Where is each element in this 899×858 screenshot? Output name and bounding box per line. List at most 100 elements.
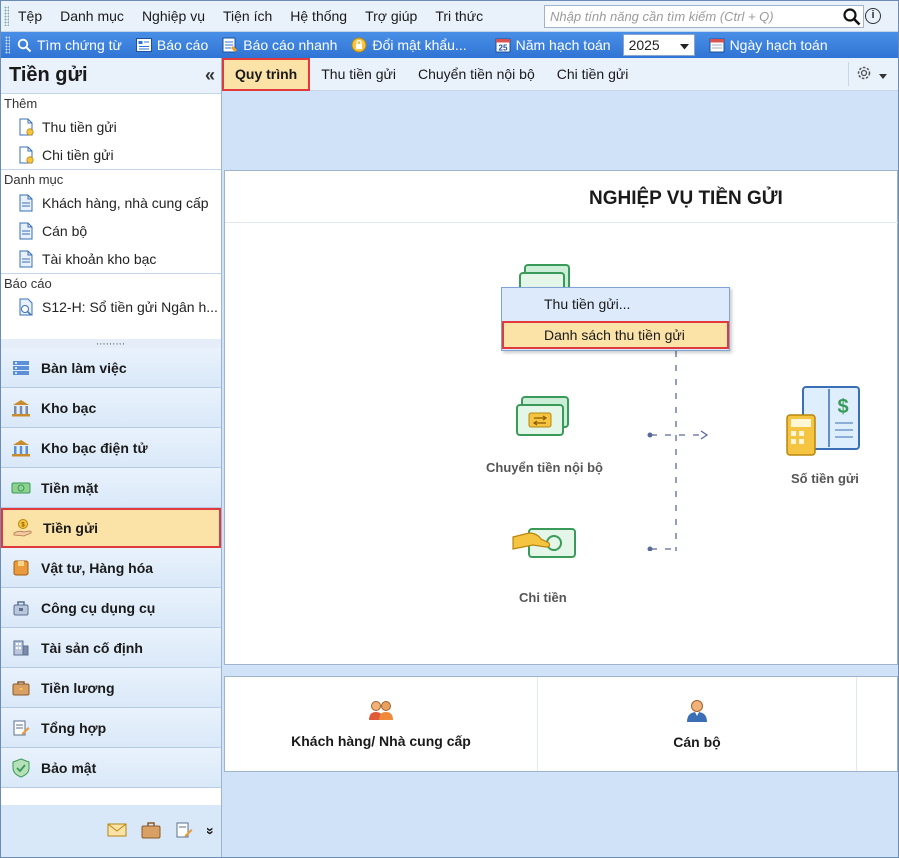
nav-label: Vật tư, Hàng hóa xyxy=(41,559,154,576)
sidebar-section-add: Thêm Thu tiền gửi Chi tiền gửi xyxy=(1,94,221,170)
nav-desktop[interactable]: Bàn làm việc xyxy=(1,348,221,388)
sidebar-item-label: Tài khoản kho bạc xyxy=(42,251,157,267)
sidebar-item-staff[interactable]: Cán bộ xyxy=(1,217,221,245)
nav-tools-equipment[interactable]: Công cụ dụng cụ xyxy=(1,588,221,628)
lock-icon xyxy=(351,37,367,53)
payout-label[interactable]: Chi tiền xyxy=(519,590,567,605)
catalog-staff[interactable]: Cán bộ xyxy=(538,677,856,771)
deposit-book-icon[interactable]: $ xyxy=(783,385,863,462)
catalog-panel: Khách hàng/ Nhà cung cấp Cán bộ xyxy=(224,676,898,772)
shield-icon xyxy=(11,757,31,778)
page-title: NGHIỆP VỤ TIỀN GỬI xyxy=(589,188,783,209)
nav-cash[interactable]: Tiền mặt xyxy=(1,468,221,508)
help-icon[interactable]: i xyxy=(865,8,881,24)
new-document-icon xyxy=(19,118,34,136)
quick-report-label: Báo cáo nhanh xyxy=(243,37,338,53)
tab-bar: Quy trình Thu tiền gửi Chuyển tiền nội b… xyxy=(222,57,898,91)
sidebar-splitter[interactable]: ,,,,,,,,, xyxy=(1,338,221,348)
internal-transfer-icon[interactable] xyxy=(515,395,571,442)
envelope-icon[interactable] xyxy=(107,822,127,841)
sidebar-item-customers-suppliers[interactable]: Khách hàng, nhà cung cấp xyxy=(1,189,221,217)
find-voucher-button[interactable]: Tìm chứng từ xyxy=(10,32,130,58)
search-icon[interactable] xyxy=(841,6,863,28)
menu-system[interactable]: Hệ thống xyxy=(281,1,356,32)
feature-search-input[interactable] xyxy=(545,9,841,24)
process-title-bar: NGHIỆP VỤ TIỀN GỬI xyxy=(225,171,898,223)
quick-report-button[interactable]: Báo cáo nhanh xyxy=(216,32,345,58)
sidebar-item-pay-deposit[interactable]: Chi tiền gửi xyxy=(1,141,221,169)
desktop-icon xyxy=(11,358,31,378)
menu-operations[interactable]: Nghiệp vụ xyxy=(133,1,214,32)
briefcase-icon[interactable] xyxy=(141,821,161,842)
edit-document-icon[interactable] xyxy=(175,821,193,842)
tab-pay-deposit[interactable]: Chi tiền gửi xyxy=(546,58,640,91)
chevron-down-icon xyxy=(679,37,689,53)
menu-item-new-receive-deposit[interactable]: Thu tiền gửi... xyxy=(502,290,729,318)
fiscal-year-select[interactable]: 2025 xyxy=(622,34,695,56)
nav-security[interactable]: Bảo mật xyxy=(1,748,221,788)
sidebar-header: Tiền gửi « xyxy=(1,58,221,94)
nav-label: Kho bạc xyxy=(41,399,97,416)
process-panel: NGHIỆP VỤ TIỀN GỬI Chuyển tiền nội bộ Ch… xyxy=(224,170,898,665)
change-password-button[interactable]: Đổi mật khẩu... xyxy=(345,32,474,58)
nav-label: Tiền mặt xyxy=(41,479,99,496)
flow-connector-lines xyxy=(647,351,709,551)
posting-date-button[interactable]: Ngày hạch toán xyxy=(703,32,836,58)
collapse-sidebar-button[interactable]: « xyxy=(205,65,215,86)
menu-file[interactable]: Tệp xyxy=(9,1,51,32)
sidebar-shortcut-bar: » xyxy=(1,805,221,857)
edit-document-icon xyxy=(11,718,31,738)
menu-utilities[interactable]: Tiện ích xyxy=(214,1,281,32)
sidebar-section-catalog: Danh mục Khách hàng, nhà cung cấp Cán bộ… xyxy=(1,170,221,274)
calendar-icon xyxy=(709,37,725,53)
report-icon xyxy=(135,37,152,53)
nav-materials-goods[interactable]: Vật tư, Hàng hóa xyxy=(1,548,221,588)
more-shortcuts-button[interactable]: » xyxy=(203,827,219,835)
catalog-label: Cán bộ xyxy=(673,733,721,750)
tab-receive-deposit[interactable]: Thu tiền gửi xyxy=(310,58,407,91)
toolbar: Tìm chứng từ Báo cáo Báo cáo nhanh Đổi m… xyxy=(1,32,898,58)
svg-text:25: 25 xyxy=(498,44,507,53)
report-button[interactable]: Báo cáo xyxy=(130,32,216,58)
feature-search-box xyxy=(544,5,864,28)
nav-label: Công cụ dụng cụ xyxy=(41,599,156,616)
nav-summary[interactable]: Tổng hợp xyxy=(1,708,221,748)
sidebar-item-deposit-ledger-report[interactable]: S12-H: Sổ tiền gửi Ngân h... xyxy=(1,293,221,321)
catalog-document-icon xyxy=(19,194,33,212)
catalog-customers-suppliers[interactable]: Khách hàng/ Nhà cung cấp xyxy=(225,677,537,771)
tab-settings-button[interactable] xyxy=(848,62,892,86)
fiscal-year-value: 2025 xyxy=(628,37,660,53)
deposit-book-label[interactable]: Số tiền gửi xyxy=(791,471,859,486)
nav-treasury[interactable]: Kho bạc xyxy=(1,388,221,428)
nav-label: Tiền gửi xyxy=(43,520,98,536)
people-icon xyxy=(368,700,394,725)
nav-e-treasury[interactable]: Kho bạc điện tử xyxy=(1,428,221,468)
payout-hand-icon[interactable] xyxy=(511,523,577,568)
menu-catalog[interactable]: Danh mục xyxy=(51,1,133,32)
sidebar-item-label: Cán bộ xyxy=(42,223,88,239)
nav-deposits[interactable]: $ Tiền gửi xyxy=(1,508,221,548)
menu-item-receive-deposit-list[interactable]: Danh sách thu tiền gửi xyxy=(502,321,729,349)
menu-help[interactable]: Trợ giúp xyxy=(356,1,426,32)
sidebar-item-treasury-account[interactable]: Tài khoản kho bạc xyxy=(1,245,221,273)
fiscal-year-label-group: 25 Năm hạch toán xyxy=(489,32,619,58)
fixed-asset-icon xyxy=(11,638,31,658)
chevron-down-icon xyxy=(878,66,887,82)
deposit-hand-icon: $ xyxy=(13,518,33,538)
nav-payroll[interactable]: Tiền lương xyxy=(1,668,221,708)
catalog-label: Khách hàng/ Nhà cung cấp xyxy=(291,732,471,749)
new-document-icon xyxy=(19,146,34,164)
tab-process[interactable]: Quy trình xyxy=(222,57,311,91)
sidebar-item-receive-deposit[interactable]: Thu tiền gửi xyxy=(1,113,221,141)
nav-fixed-assets[interactable]: Tài sản cố định xyxy=(1,628,221,668)
section-title-catalog: Danh mục xyxy=(4,172,64,187)
fiscal-year-label: Năm hạch toán xyxy=(515,37,611,53)
internal-transfer-label[interactable]: Chuyển tiền nội bộ xyxy=(486,460,603,475)
sidebar-item-label: Chi tiền gửi xyxy=(42,147,114,163)
menu-knowledge[interactable]: Tri thức xyxy=(426,1,492,32)
svg-text:$: $ xyxy=(837,396,848,418)
cash-icon xyxy=(11,478,31,498)
section-title-reports: Báo cáo xyxy=(4,276,52,291)
tab-internal-transfer[interactable]: Chuyển tiền nội bộ xyxy=(407,58,546,91)
nav-label: Bảo mật xyxy=(41,759,97,776)
